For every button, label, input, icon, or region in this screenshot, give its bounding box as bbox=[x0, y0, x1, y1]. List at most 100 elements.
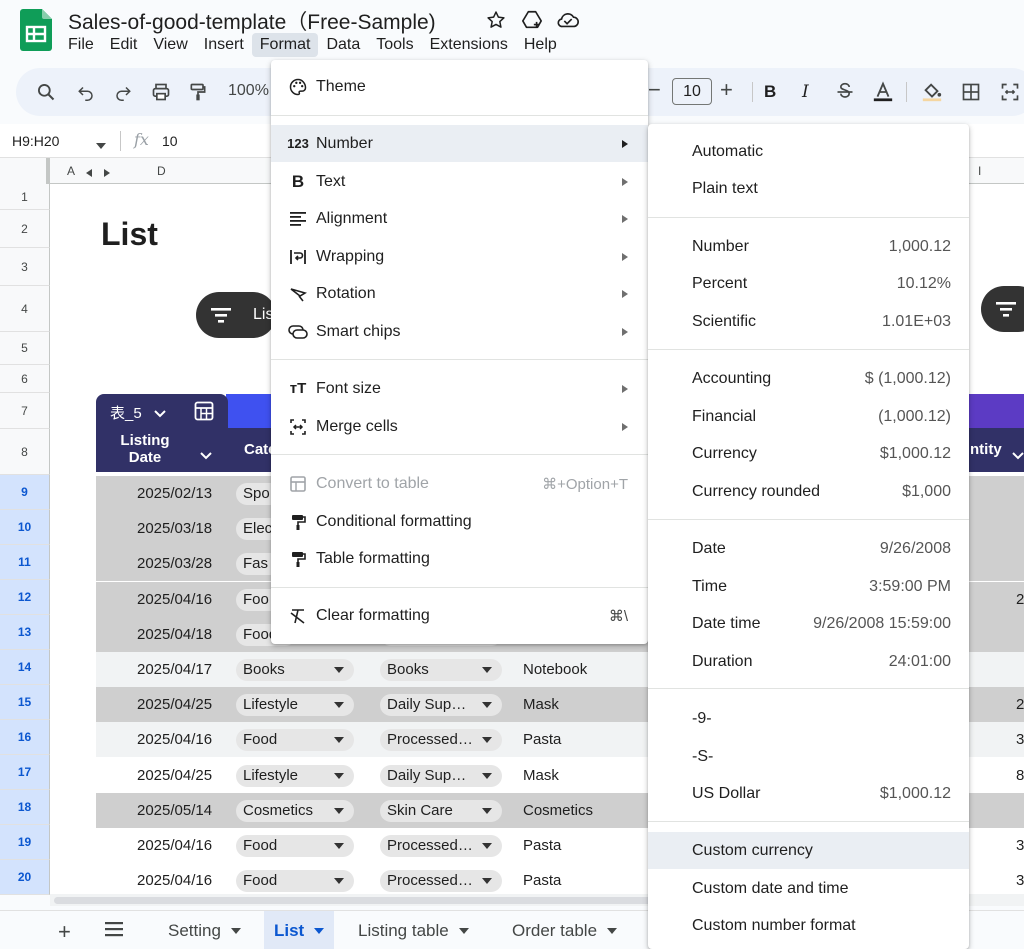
cell-item-name[interactable]: Mask bbox=[523, 696, 559, 713]
menu-item-wrapping[interactable]: Wrapping bbox=[271, 238, 648, 275]
row-header[interactable]: 2 bbox=[0, 210, 50, 248]
scrollbar-thumb[interactable] bbox=[54, 897, 654, 904]
menu-item-conditional-formatting[interactable]: Conditional formatting bbox=[271, 503, 648, 540]
number-format-accounting[interactable]: Accounting $ (1,000.12) bbox=[648, 360, 969, 397]
subcategory-chip[interactable]: Skin Care bbox=[380, 799, 502, 822]
number-format-financial[interactable]: Financial (1,000.12) bbox=[648, 398, 969, 435]
cell-listing-date[interactable]: 2025/04/16 bbox=[137, 591, 212, 608]
chip-dropdown-icon[interactable] bbox=[482, 843, 492, 849]
chip-dropdown-icon[interactable] bbox=[482, 772, 492, 779]
cloud-status-icon[interactable] bbox=[556, 8, 580, 32]
number-format-date-time[interactable]: Date time 9/26/2008 15:59:00 bbox=[648, 605, 969, 642]
name-box-dropdown-icon[interactable] bbox=[96, 137, 106, 155]
menu-item-text[interactable]: B Text bbox=[271, 163, 648, 200]
sheet-tab-menu-icon[interactable] bbox=[458, 927, 469, 934]
undo-icon[interactable] bbox=[72, 78, 100, 106]
column-header-d[interactable]: D bbox=[157, 164, 166, 178]
menu-item-number[interactable]: 123 Number bbox=[271, 125, 648, 162]
sheet-tab-list[interactable]: List bbox=[264, 911, 335, 949]
menu-format[interactable]: Format bbox=[251, 33, 319, 57]
menu-item-smart-chips[interactable]: Smart chips bbox=[271, 313, 648, 350]
font-size-input[interactable]: 10 bbox=[672, 78, 712, 105]
menu-item-alignment[interactable]: Alignment bbox=[271, 200, 648, 237]
chip-dropdown-icon[interactable] bbox=[334, 843, 344, 849]
italic-icon[interactable]: I bbox=[802, 82, 809, 102]
chip-dropdown-icon[interactable] bbox=[482, 878, 492, 885]
cell-item-name[interactable]: Pasta bbox=[523, 731, 561, 748]
chip-dropdown-icon[interactable] bbox=[334, 737, 344, 744]
number-format-currency[interactable]: Currency $1,000.12 bbox=[648, 435, 969, 472]
row-header[interactable]: 15 bbox=[0, 685, 50, 720]
subcategory-chip[interactable]: Processed… bbox=[380, 870, 502, 893]
number-format-custom-currency[interactable]: Custom currency bbox=[648, 832, 969, 869]
row-header[interactable]: 9 bbox=[0, 475, 50, 510]
menu-item-convert-to-table[interactable]: Convert to table ⌘+Option+T bbox=[271, 465, 648, 502]
category-chip[interactable]: Cosmetics bbox=[236, 799, 354, 822]
filter-button-right[interactable] bbox=[981, 286, 1024, 332]
row-header[interactable]: 11 bbox=[0, 545, 50, 580]
merge-cells-icon[interactable] bbox=[996, 78, 1024, 106]
bold-icon[interactable]: B bbox=[764, 82, 776, 102]
row-header[interactable]: 10 bbox=[0, 510, 50, 545]
menu-extensions[interactable]: Extensions bbox=[422, 33, 516, 57]
category-chip[interactable]: Books bbox=[236, 659, 354, 681]
sheets-logo-icon[interactable] bbox=[20, 9, 52, 51]
cell-listing-date[interactable]: 2025/03/28 bbox=[137, 555, 212, 572]
menu-item-clear-formatting[interactable]: Clear formatting ⌘\ bbox=[271, 597, 648, 634]
row-header[interactable]: 8 bbox=[0, 429, 50, 475]
chip-dropdown-icon[interactable] bbox=[482, 667, 492, 673]
borders-icon[interactable] bbox=[957, 78, 985, 106]
print-icon[interactable] bbox=[147, 78, 175, 106]
table-name-tag[interactable]: 表_5 bbox=[96, 394, 228, 428]
chip-dropdown-icon[interactable] bbox=[334, 667, 344, 673]
paint-format-icon[interactable] bbox=[184, 78, 212, 106]
menu-help[interactable]: Help bbox=[516, 33, 565, 57]
cell-quantity[interactable]: 3 bbox=[1016, 731, 1024, 748]
fill-color-icon[interactable] bbox=[918, 78, 946, 106]
name-box[interactable]: H9:H20 bbox=[12, 133, 59, 149]
number-format-custom-date-and-time[interactable]: Custom date and time bbox=[648, 870, 969, 907]
cell-listing-date[interactable]: 2025/04/16 bbox=[137, 731, 212, 748]
chip-dropdown-icon[interactable] bbox=[334, 807, 344, 814]
menu-view[interactable]: View bbox=[145, 33, 195, 57]
row-header[interactable]: 3 bbox=[0, 248, 50, 286]
menu-data[interactable]: Data bbox=[318, 33, 368, 57]
number-format-scientific[interactable]: Scientific 1.01E+03 bbox=[648, 303, 969, 340]
chip-dropdown-icon[interactable] bbox=[334, 702, 344, 709]
cell-quantity[interactable]: 2 bbox=[1016, 696, 1024, 713]
chip-dropdown-icon[interactable] bbox=[482, 702, 492, 709]
number-format-currency-rounded[interactable]: Currency rounded $1,000 bbox=[648, 473, 969, 510]
number-format-duration[interactable]: Duration 24:01:00 bbox=[648, 643, 969, 680]
category-chip[interactable]: Lifestyle bbox=[236, 694, 354, 717]
row-header[interactable]: 16 bbox=[0, 720, 50, 755]
sheet-tab-menu-icon[interactable] bbox=[607, 927, 618, 934]
cell-item-name[interactable]: Mask bbox=[523, 767, 559, 784]
subcategory-chip[interactable]: Daily Sup… bbox=[380, 764, 502, 787]
formula-input[interactable]: 10 bbox=[162, 133, 178, 149]
row-header[interactable]: 6 bbox=[0, 365, 50, 393]
sheet-tab-setting[interactable]: Setting bbox=[158, 911, 251, 949]
sheet-tab-listing-table[interactable]: Listing table bbox=[348, 911, 479, 949]
number-format-percent[interactable]: Percent 10.12% bbox=[648, 265, 969, 302]
increase-font-size-icon[interactable]: + bbox=[720, 77, 733, 103]
menu-item-theme[interactable]: Theme bbox=[271, 68, 648, 105]
cell-listing-date[interactable]: 2025/04/25 bbox=[137, 767, 212, 784]
category-chip[interactable]: Lifestyle bbox=[236, 764, 354, 787]
cell-item-name[interactable]: Pasta bbox=[523, 872, 561, 889]
subcategory-chip[interactable]: Processed… bbox=[380, 729, 502, 752]
menu-item-font-size[interactable]: тT Font size bbox=[271, 370, 648, 407]
sheet-tab-menu-icon[interactable] bbox=[314, 927, 325, 934]
menu-tools[interactable]: Tools bbox=[368, 33, 421, 57]
star-icon[interactable] bbox=[484, 8, 508, 32]
cell-quantity[interactable]: 2 bbox=[1016, 591, 1024, 608]
text-color-icon[interactable] bbox=[869, 78, 897, 106]
column-header-a[interactable]: A bbox=[67, 164, 75, 178]
number-format-time[interactable]: Time 3:59:00 PM bbox=[648, 568, 969, 605]
column-menu-icon[interactable] bbox=[200, 447, 212, 465]
cell-quantity[interactable]: 3 bbox=[1016, 872, 1024, 889]
column-menu-icon[interactable] bbox=[1012, 447, 1024, 465]
row-header[interactable]: 20 bbox=[0, 860, 50, 895]
cell-listing-date[interactable]: 2025/03/18 bbox=[137, 520, 212, 537]
cell-listing-date[interactable]: 2025/04/16 bbox=[137, 837, 212, 854]
cell-item-name[interactable]: Cosmetics bbox=[523, 802, 593, 819]
